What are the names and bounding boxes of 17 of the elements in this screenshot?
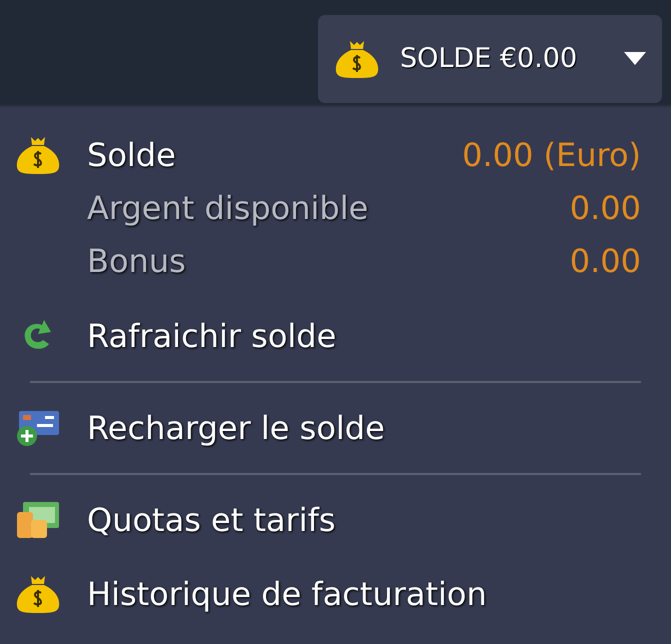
balance-value: 0.00 (Euro) bbox=[462, 134, 641, 176]
menu-item[interactable]: Historique de facturation bbox=[15, 557, 641, 631]
balance-label: Solde bbox=[87, 134, 176, 176]
menu-item[interactable]: Quotas et tarifs bbox=[15, 483, 641, 557]
menu-item[interactable]: Recharger le solde bbox=[15, 391, 641, 465]
money-bag-icon bbox=[15, 574, 61, 614]
caret-icon bbox=[624, 52, 646, 66]
balance-detail-label: Argent disponible bbox=[87, 188, 368, 228]
card-plus-icon bbox=[15, 408, 61, 448]
money-bag-icon bbox=[334, 39, 380, 79]
coins-and-bill-icon bbox=[15, 500, 61, 540]
balance-value: 0.00 bbox=[570, 188, 641, 228]
balance-button[interactable]: SOLDE €0.00 bbox=[318, 15, 662, 103]
balance-detail-label: Bonus bbox=[87, 240, 186, 282]
menu-item[interactable]: Rafraichir solde bbox=[15, 299, 641, 373]
money-bag-icon bbox=[15, 134, 61, 174]
balance-value: 0.00 bbox=[570, 240, 641, 282]
